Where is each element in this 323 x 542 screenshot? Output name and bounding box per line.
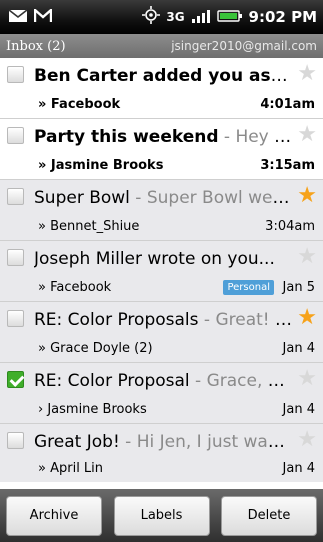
label-badge: Personal [223,280,274,295]
message-checkbox-checked[interactable] [7,371,24,388]
gmail-icon [33,6,53,27]
star-icon[interactable]: ★ [297,185,317,207]
message-time: 3:15am [260,158,315,173]
delete-button[interactable]: Delete [221,495,317,536]
message-list[interactable]: Ben Carter added you as ... ★ » Facebook… [0,58,323,489]
message-subject-line: Party this weekend - Hey Je... [34,127,293,147]
account-email: jsinger2010@gmail.com [171,39,317,53]
message-row[interactable]: Great Job! - Hi Jen, I just want... ★ » … [0,424,323,482]
star-icon[interactable]: ★ [297,63,317,85]
message-checkbox[interactable] [7,310,24,327]
message-snippet: - Great! L... [198,310,293,330]
signal-icon [191,8,211,27]
message-subject: RE: Color Proposals [34,310,199,330]
message-checkbox[interactable] [7,188,24,205]
star-icon[interactable]: ★ [297,246,317,268]
message-subject: Party this weekend [34,127,219,147]
status-bar: 3G 9:02 PM [0,0,323,34]
message-subject-line: Ben Carter added you as ... [34,66,293,86]
message-snippet: - Hi Jen, I just want... [119,432,293,452]
message-subject-line: Great Job! - Hi Jen, I just want... [34,432,293,452]
message-subject: Super Bowl [34,188,130,208]
network-indicator: 3G [166,10,185,24]
message-time: 4:01am [260,97,315,112]
message-row[interactable]: Ben Carter added you as ... ★ » Facebook… [0,58,323,119]
message-sender: » Facebook [38,280,112,295]
message-subject: Great Job! [34,432,120,452]
message-sender: › Jasmine Brooks [38,402,147,417]
email-icon [8,8,28,27]
message-row[interactable]: RE: Color Proposal - Grace, c... ★ › Jas… [0,363,323,424]
star-icon[interactable]: ★ [297,124,317,146]
message-sender: » Jasmine Brooks [38,158,164,173]
message-sender: » Grace Doyle (2) [38,341,153,356]
message-snippet: - Hey Je... [223,127,293,147]
action-bar: Archive Labels Delete [0,489,323,542]
message-time: Jan 4 [282,402,315,417]
message-subject-line: RE: Color Proposals - Great! L... [34,310,293,330]
message-snippet: - Super Bowl wee... [129,188,293,208]
message-time: Jan 5 [282,280,315,295]
message-row[interactable]: Joseph Miller wrote on you... ★ » Facebo… [0,241,323,302]
message-snippet: - Grace, c... [189,371,293,391]
message-sender: » Facebook [38,97,121,112]
message-checkbox[interactable] [7,249,24,266]
star-icon[interactable]: ★ [297,307,317,329]
labels-button[interactable]: Labels [113,495,210,536]
message-subject-line: Super Bowl - Super Bowl wee... [34,188,293,208]
message-checkbox[interactable] [7,66,24,83]
inbox-title: Inbox (2) [6,38,66,54]
status-bar-system: 3G 9:02 PM [142,6,323,28]
message-subject: RE: Color Proposal [34,371,190,391]
message-time: Jan 4 [282,461,315,476]
message-row[interactable]: Super Bowl - Super Bowl wee... ★ » Benne… [0,180,323,241]
archive-button[interactable]: Archive [6,495,102,536]
message-checkbox[interactable] [7,432,24,449]
message-time: Jan 4 [282,341,315,356]
status-bar-notifications [0,6,53,27]
clock: 9:02 PM [248,8,317,26]
battery-icon [216,8,243,27]
network-type: 3G [166,10,185,24]
message-sender: » April Lin [38,461,104,476]
star-icon[interactable]: ★ [297,429,317,451]
inbox-header: Inbox (2) jsinger2010@gmail.com [0,34,323,58]
message-sender: » Bennet_Shiue [38,219,140,234]
message-subject-line: Joseph Miller wrote on you... [34,249,293,269]
message-checkbox[interactable] [7,127,24,144]
message-subject: Ben Carter added you as ... [34,66,293,86]
message-time: 3:04am [265,219,315,234]
gps-icon [142,6,161,28]
message-row[interactable]: RE: Color Proposals - Great! L... ★ » Gr… [0,302,323,363]
message-subject: Joseph Miller wrote on you... [34,249,275,269]
star-icon[interactable]: ★ [297,368,317,390]
message-row[interactable]: Party this weekend - Hey Je... ★ » Jasmi… [0,119,323,180]
message-subject-line: RE: Color Proposal - Grace, c... [34,371,293,391]
